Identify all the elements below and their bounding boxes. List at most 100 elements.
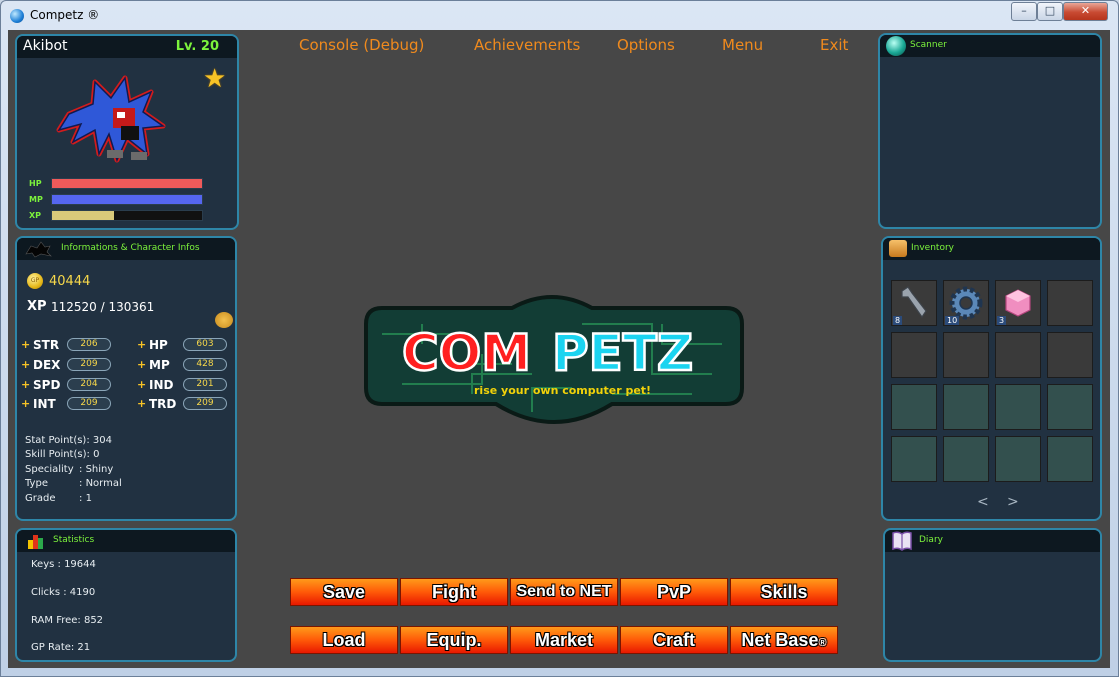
fight-button[interactable]: Fight (400, 578, 508, 606)
xp-bar-track (51, 210, 203, 221)
equip-button[interactable]: Equip. (400, 626, 508, 654)
xp-bar-label: XP (29, 211, 42, 220)
net-base-button[interactable]: Net Base® (730, 626, 838, 654)
inventory-panel-header: Inventory (883, 238, 1100, 260)
detail-sep: : (79, 464, 83, 475)
xp-bar-fill (52, 211, 114, 220)
detail-key: Speciality (25, 464, 74, 475)
pet-sprite[interactable] (51, 68, 171, 178)
stat-name: MP (149, 358, 170, 372)
send-to-net-button[interactable]: Send to NET (510, 578, 618, 606)
skills-button[interactable]: Skills (730, 578, 838, 606)
load-button[interactable]: Load (290, 626, 398, 654)
inventory-slot[interactable] (1047, 280, 1093, 326)
hp-bar-fill (52, 179, 202, 188)
pvp-button[interactable]: PvP (620, 578, 728, 606)
detail-key: Type (25, 478, 48, 489)
competz-logo: COM PETZ rise your own computer pet! (364, 295, 744, 424)
info-panel-header: Informations & Character Infos (17, 238, 235, 260)
detail-sep: : (79, 478, 83, 489)
inventory-slot[interactable] (1047, 436, 1093, 482)
menu-achievements[interactable]: Achievements (474, 36, 580, 54)
slot-quantity: 10 (945, 316, 960, 325)
stat-plus-icon[interactable]: + (21, 358, 30, 371)
stat-ram-free: RAM Free: 852 (31, 615, 104, 626)
menu-console-debug[interactable]: Console (Debug) (299, 36, 424, 54)
detail-grade: Grade: 1 (25, 493, 92, 504)
pet-level: Lv. 20 (175, 39, 219, 54)
inventory-slot[interactable] (943, 436, 989, 482)
inventory-slot[interactable] (891, 384, 937, 430)
stat-keys: Keys : 19644 (31, 559, 96, 570)
pet-name: Akibot (23, 38, 68, 54)
stat-plus-icon[interactable]: + (21, 397, 30, 410)
detail-sep: : (86, 435, 90, 446)
inventory-next-button[interactable]: > (1007, 494, 1019, 510)
xp-value: 112520 / 130361 (51, 300, 155, 314)
mp-bar-track (51, 194, 203, 205)
inventory-slot[interactable] (995, 384, 1041, 430)
inventory-slot[interactable] (995, 436, 1041, 482)
stat-plus-icon[interactable]: + (137, 378, 146, 391)
detail-key: Skill Point(s) (25, 449, 87, 460)
stat-plus-icon[interactable]: + (21, 378, 30, 391)
menu-options[interactable]: Options (617, 36, 675, 54)
scanner-orb-icon (886, 36, 906, 56)
save-button[interactable]: Save (290, 578, 398, 606)
stat-plus-icon[interactable]: + (137, 397, 146, 410)
stat-value: 428 (183, 358, 227, 371)
inventory-slot[interactable] (1047, 384, 1093, 430)
inventory-slot[interactable] (891, 332, 937, 378)
statistics-panel-header: Statistics (17, 530, 235, 552)
inventory-slot[interactable] (995, 332, 1041, 378)
detail-sep: : (86, 449, 90, 460)
slot-quantity: 3 (997, 316, 1007, 325)
treasure-chest-icon (889, 240, 907, 257)
stat-value: 201 (183, 378, 227, 391)
info-panel: Informations & Character Infos GP 40444 … (15, 236, 237, 521)
stat-gp-rate: GP Rate: 21 (31, 642, 91, 653)
inventory-slot[interactable] (943, 384, 989, 430)
detail-value: 1 (85, 493, 92, 504)
registered-mark: ® (818, 637, 827, 649)
market-button[interactable]: Market (510, 626, 618, 654)
detail-type: Type: Normal (25, 478, 122, 489)
stat-plus-icon[interactable]: + (21, 338, 30, 351)
hp-bar-label: HP (29, 179, 42, 188)
stat-name: SPD (33, 378, 61, 392)
stat-name: INT (33, 397, 56, 411)
inventory-slot[interactable]: 3 (995, 280, 1041, 326)
star-icon[interactable]: ★ (203, 64, 226, 94)
diary-title: Diary (919, 535, 943, 545)
inventory-prev-button[interactable]: < (977, 494, 989, 510)
stat-plus-icon[interactable]: + (137, 338, 146, 351)
close-button[interactable]: ✕ (1063, 2, 1108, 21)
inventory-slot[interactable]: 10 (943, 280, 989, 326)
stat-name: IND (149, 378, 174, 392)
title-bar[interactable]: Competz ® – □ ✕ (1, 1, 1118, 31)
inventory-slot[interactable] (891, 436, 937, 482)
menu-exit[interactable]: Exit (820, 36, 848, 54)
detail-key: Stat Point(s) (25, 435, 87, 446)
minimize-button[interactable]: – (1011, 2, 1037, 21)
logo-com-text: COM (402, 324, 531, 382)
detail-skill-points: Skill Point(s): 0 (25, 449, 99, 460)
mp-bar-fill (52, 195, 202, 204)
cookie-icon[interactable] (215, 312, 233, 328)
xp-label: XP (27, 299, 47, 314)
maximize-button[interactable]: □ (1037, 2, 1063, 21)
menu-menu[interactable]: Menu (722, 36, 763, 54)
statistics-panel: Statistics Keys : 19644 Clicks : 4190 RA… (15, 528, 237, 662)
statistics-title: Statistics (53, 535, 95, 545)
craft-button[interactable]: Craft (620, 626, 728, 654)
inventory-slot[interactable]: 8 (891, 280, 937, 326)
detail-stat-points: Stat Point(s): 304 (25, 435, 112, 446)
gp-value: 40444 (49, 274, 91, 289)
inventory-slot[interactable] (943, 332, 989, 378)
inventory-slot[interactable] (1047, 332, 1093, 378)
detail-key: Grade (25, 493, 56, 504)
stat-plus-icon[interactable]: + (137, 358, 146, 371)
stat-clicks: Clicks : 4190 (31, 587, 96, 598)
stat-name: TRD (149, 397, 177, 411)
app-icon (10, 9, 24, 23)
